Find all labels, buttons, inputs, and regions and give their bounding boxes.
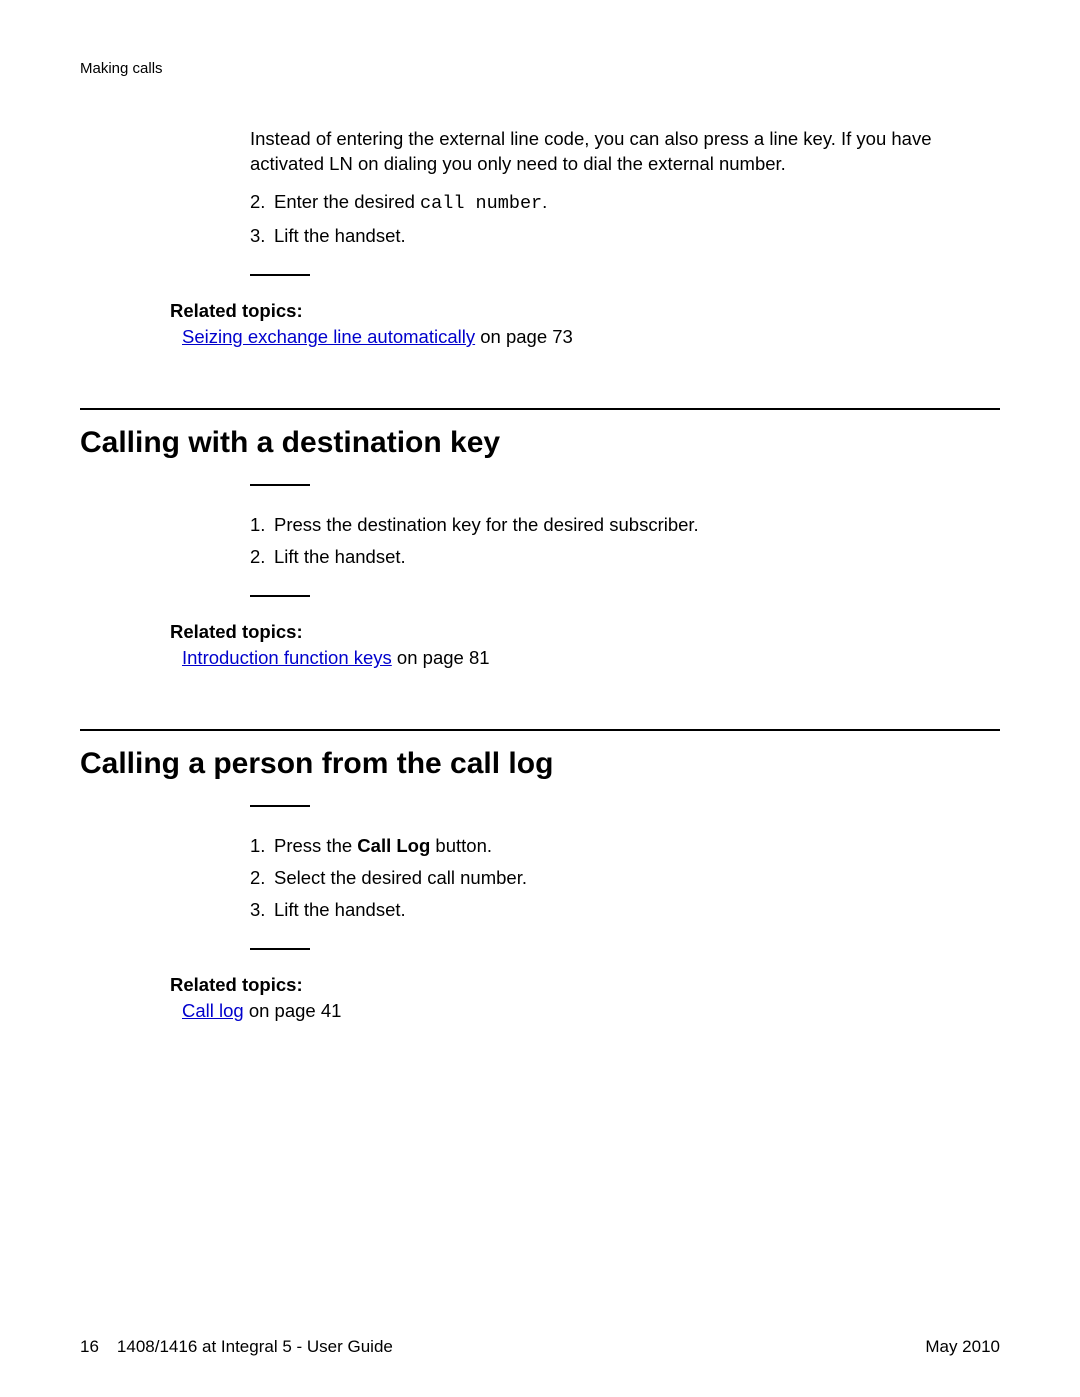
list-item: 1.Press the destination key for the desi… [250, 510, 1000, 540]
step-mono: call number [420, 193, 542, 214]
related-suffix: on page 73 [475, 326, 573, 347]
step-number: 2. [250, 863, 274, 893]
step-number: 1. [250, 510, 274, 540]
related-link-row: Call log on page 41 [182, 1000, 1000, 1022]
step-number: 1. [250, 831, 274, 861]
step-prefix: Press the [274, 835, 357, 856]
section2-related: Related topics: Call log on page 41 [170, 974, 1000, 1022]
intro-paragraph: Instead of entering the external line co… [250, 127, 1000, 177]
section1-steps: 1.Press the destination key for the desi… [250, 510, 1000, 571]
section2-steps: 1.Press the Call Log button. 2.Select th… [250, 831, 1000, 924]
step-number: 3. [250, 895, 274, 925]
list-item: 2.Lift the handset. [250, 542, 1000, 572]
list-item: 2.Enter the desired call number. [250, 187, 1000, 219]
related-link-row: Seizing exchange line automatically on p… [182, 326, 1000, 348]
related-suffix: on page 41 [244, 1000, 342, 1021]
short-divider [250, 595, 310, 597]
step-number: 2. [250, 187, 274, 217]
section-divider [80, 729, 1000, 731]
list-item: 2.Select the desired call number. [250, 863, 1000, 893]
list-item: 3.Lift the handset. [250, 895, 1000, 925]
section2-heading: Calling a person from the call log [80, 747, 1000, 781]
step-text: Lift the handset. [274, 899, 406, 920]
list-item: 3.Lift the handset. [250, 221, 1000, 251]
related-topics-heading: Related topics: [170, 621, 1000, 643]
running-header: Making calls [80, 60, 1000, 77]
list-item: 1.Press the Call Log button. [250, 831, 1000, 861]
section1-content: 1.Press the destination key for the desi… [80, 484, 1000, 597]
step-number: 3. [250, 221, 274, 251]
related-topics-heading: Related topics: [170, 300, 1000, 322]
step-suffix: . [542, 191, 547, 212]
step-suffix: button. [430, 835, 492, 856]
related-topics-heading: Related topics: [170, 974, 1000, 996]
section1-heading: Calling with a destination key [80, 426, 1000, 460]
section0-related: Related topics: Seizing exchange line au… [170, 300, 1000, 348]
page: Making calls Instead of entering the ext… [0, 0, 1080, 1397]
step-text: Lift the handset. [274, 546, 406, 567]
page-footer: 16 1408/1416 at Integral 5 - User Guide M… [80, 1337, 1000, 1357]
related-link-row: Introduction function keys on page 81 [182, 647, 1000, 669]
section0-steps: 2.Enter the desired call number. 3.Lift … [250, 187, 1000, 250]
short-divider [250, 948, 310, 950]
footer-left: 16 1408/1416 at Integral 5 - User Guide [80, 1337, 411, 1357]
step-text: Select the desired call number. [274, 867, 527, 888]
step-number: 2. [250, 542, 274, 572]
short-divider [250, 274, 310, 276]
step-text: Lift the handset. [274, 225, 406, 246]
section1-related: Related topics: Introduction function ke… [170, 621, 1000, 669]
step-bold: Call Log [357, 835, 430, 856]
section0-content: Instead of entering the external line co… [80, 127, 1000, 276]
section-divider [80, 408, 1000, 410]
step-text: Press the destination key for the desire… [274, 514, 699, 535]
related-link[interactable]: Seizing exchange line automatically [182, 326, 475, 347]
section2-content: 1.Press the Call Log button. 2.Select th… [80, 805, 1000, 950]
related-link[interactable]: Call log [182, 1000, 244, 1021]
step-text: Enter the desired [274, 191, 420, 212]
doc-title: 1408/1416 at Integral 5 - User Guide [117, 1337, 393, 1356]
related-suffix: on page 81 [392, 647, 490, 668]
short-divider [250, 805, 310, 807]
short-divider [250, 484, 310, 486]
page-number: 16 [80, 1337, 99, 1356]
footer-date: May 2010 [925, 1337, 1000, 1357]
related-link[interactable]: Introduction function keys [182, 647, 392, 668]
